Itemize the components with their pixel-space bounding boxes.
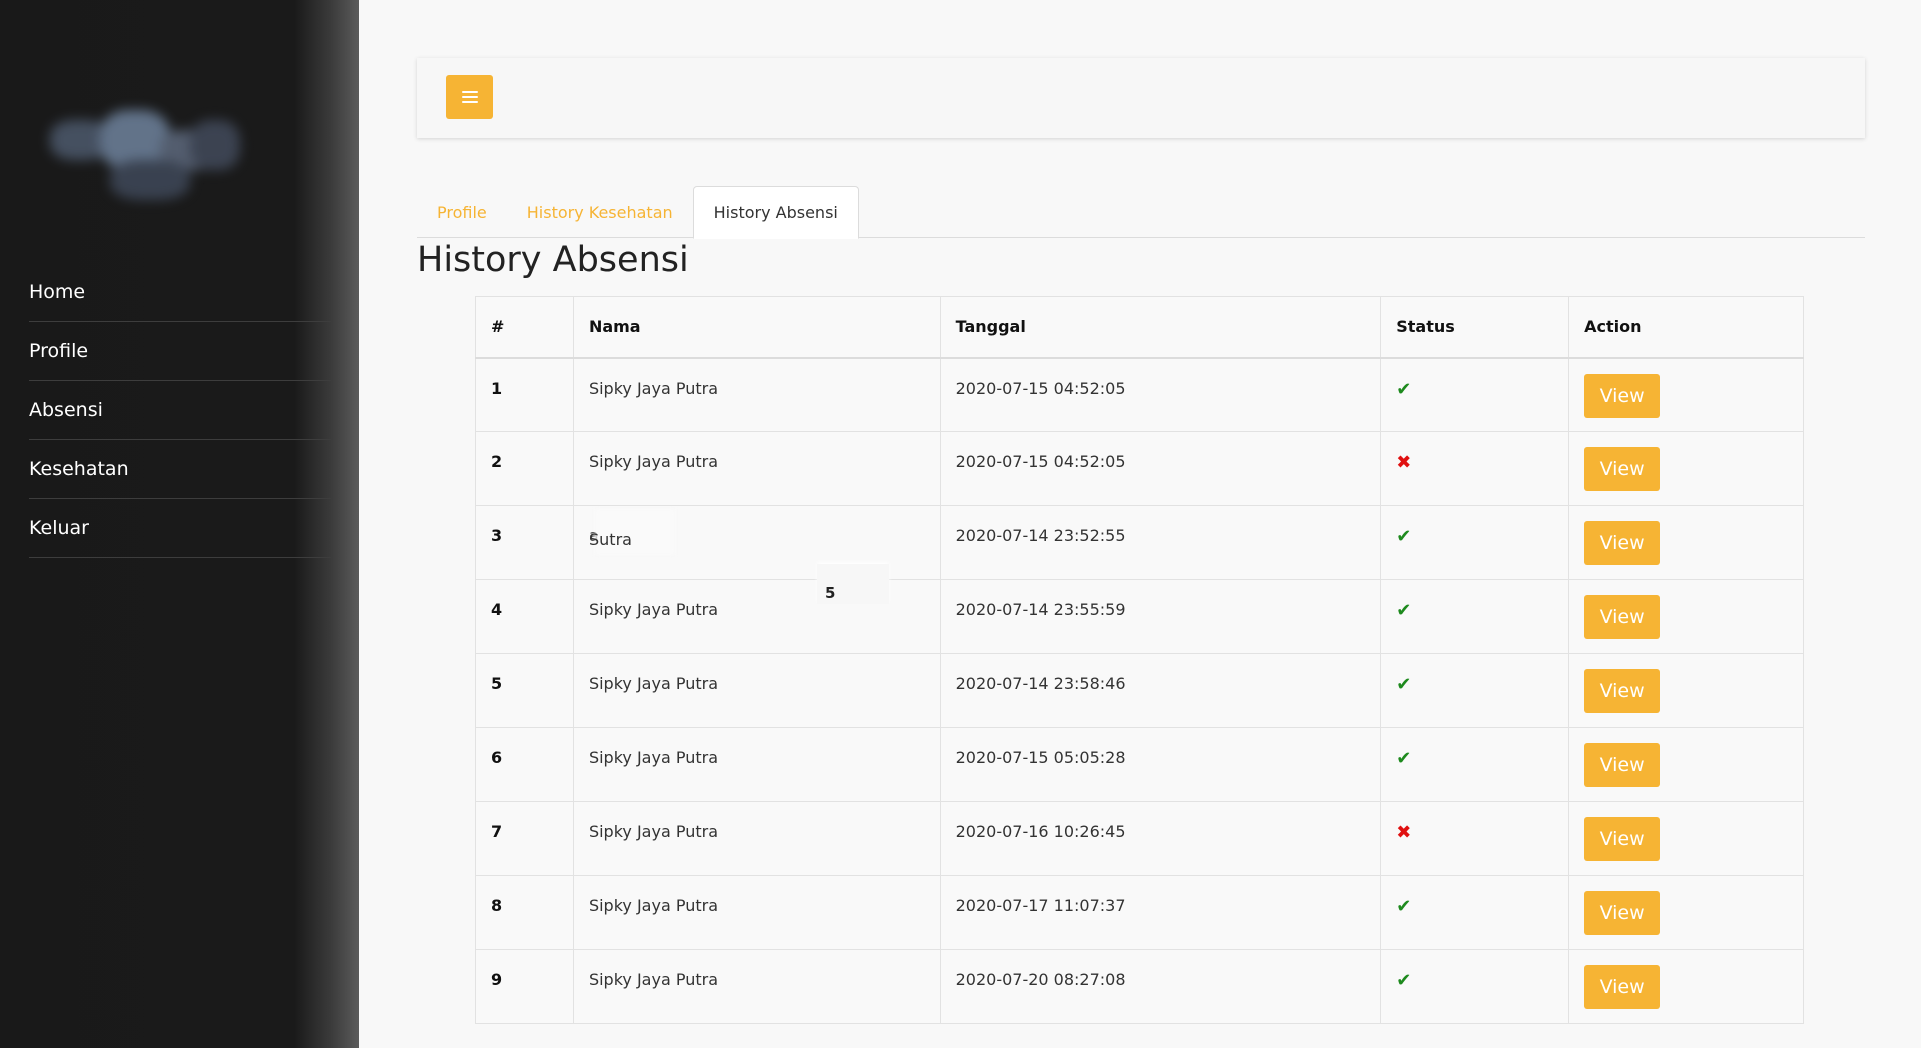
row-action: View: [1568, 431, 1804, 506]
table-row: 4 Sipky Jaya Putra 2020-07-14 23:55:59 ✔ Vie…: [475, 579, 1804, 654]
row-number: 1: [475, 357, 574, 432]
check-icon: ✔: [1396, 378, 1412, 400]
row-number: 4: [475, 579, 574, 654]
sidebar-item-label: Absensi: [29, 399, 103, 421]
row-tanggal: 2020-07-15 05:05:28: [939, 727, 1382, 802]
row-nama: Sipky Jaya Putra: [572, 801, 941, 876]
tab-profile[interactable]: Profile: [417, 186, 507, 238]
view-button[interactable]: View: [1584, 521, 1661, 565]
row-status: ✔: [1380, 875, 1570, 950]
row-action: View: [1568, 357, 1804, 432]
row-status: ✔: [1380, 357, 1570, 432]
tab-history-kesehatan[interactable]: History Kesehatan: [507, 186, 693, 238]
row-action: View: [1568, 875, 1804, 950]
sidebar-item-home[interactable]: Home: [29, 263, 331, 322]
check-icon: ✔: [1396, 970, 1412, 991]
table-row: 6 Sipky Jaya Putra 2020-07-15 05:05:28 ✔ Vie…: [475, 727, 1804, 802]
row-action: View: [1568, 653, 1804, 728]
row-status: ✔: [1380, 505, 1570, 580]
table-header-row: # Nama Tanggal Status Action: [475, 296, 1804, 359]
table-row: 8 Sipky Jaya Putra 2020-07-17 11:07:37 ✔ Vie…: [475, 875, 1804, 950]
row-nama: Sipky Jaya Putra: [572, 357, 941, 432]
row-nama: Sipky Jaya Putra: [572, 949, 941, 1024]
row-nama: Sipky Jaya Putra: [572, 727, 941, 802]
row-tanggal: 2020-07-15 04:52:05: [939, 431, 1382, 506]
tab-history-absensi[interactable]: History Absensi: [692, 186, 859, 239]
view-button[interactable]: View: [1584, 817, 1661, 861]
row-action: View: [1568, 801, 1804, 876]
sidebar-item-label: Kesehatan: [29, 458, 129, 480]
check-icon: ✔: [1396, 896, 1412, 917]
hamburger-icon: [461, 91, 478, 103]
view-button[interactable]: View: [1584, 373, 1661, 418]
row-tanggal: 2020-07-14 23:55:59: [939, 579, 1382, 654]
row-number: 8: [475, 875, 574, 950]
logo: [30, 60, 280, 230]
row-status: ✔: [1380, 653, 1570, 728]
sidebar-nav: Home Profile Absensi Kesehatan Keluar: [29, 263, 331, 558]
sidebar: Home Profile Absensi Kesehatan Keluar: [0, 0, 359, 1048]
row-number: 3: [475, 505, 574, 580]
check-icon: ✔: [1396, 600, 1412, 621]
column-header: Status: [1380, 296, 1570, 359]
row-tanggal: 2020-07-15 04:52:05: [939, 357, 1382, 432]
row-number: 9: [475, 949, 574, 1024]
cross-icon: ✖: [1396, 822, 1412, 843]
table-row: 5 Sipky Jaya Putra 2020-07-14 23:58:46 ✔ Vie…: [475, 653, 1804, 728]
row-nama: Sipky Jaya Putra: [572, 431, 941, 506]
sidebar-item-kesehatan[interactable]: Kesehatan: [29, 440, 331, 499]
row-tanggal: 2020-07-20 08:27:08: [939, 949, 1382, 1024]
top-bar: [417, 58, 1865, 138]
floating-number: 5: [817, 564, 889, 604]
sidebar-item-label: Home: [29, 281, 86, 303]
row-tanggal: 2020-07-16 10:26:45: [939, 801, 1382, 876]
row-tanggal: 2020-07-14 23:52:55: [939, 505, 1382, 580]
view-button[interactable]: View: [1584, 891, 1661, 935]
sidebar-item-absensi[interactable]: Absensi: [29, 381, 331, 440]
row-tanggal: 2020-07-14 23:58:46: [939, 653, 1382, 728]
sidebar-item-keluar[interactable]: Keluar: [29, 499, 331, 558]
table-row: 2 Sipky Jaya Putra 2020-07-15 04:52:05 ✖ Vie…: [475, 431, 1804, 506]
view-button[interactable]: View: [1584, 595, 1661, 639]
check-icon: ✔: [1396, 526, 1412, 547]
row-status: ✖: [1380, 431, 1570, 506]
row-tanggal: 2020-07-17 11:07:37: [939, 875, 1382, 950]
check-icon: ✔: [1396, 674, 1412, 695]
row-nama: Sipky Jaya Putra: [572, 653, 941, 728]
row-number: 7: [475, 801, 574, 876]
table-row: 1 Sipky Jaya Putra 2020-07-15 04:52:05 ✔ Vie…: [475, 357, 1804, 432]
menu-toggle-button[interactable]: [446, 75, 493, 119]
row-number: 5: [475, 653, 574, 728]
row-number: 2: [475, 431, 574, 506]
view-button[interactable]: View: [1584, 965, 1661, 1009]
column-header: Tanggal: [939, 296, 1382, 359]
row-nama: Sipky Jaya Putra: [572, 875, 941, 950]
row-status: ✖: [1380, 801, 1570, 876]
sidebar-item-profile[interactable]: Profile: [29, 322, 331, 381]
row-number: 6: [475, 727, 574, 802]
column-header: #: [475, 296, 574, 359]
row-action: View: [1568, 949, 1804, 1024]
view-button[interactable]: View: [1584, 447, 1661, 491]
row-status: ✔: [1380, 949, 1570, 1024]
view-button[interactable]: View: [1584, 743, 1661, 787]
column-header: Action: [1568, 296, 1804, 359]
column-header: Nama: [572, 296, 941, 359]
row-status: ✔: [1380, 727, 1570, 802]
floating-text: Sutra: [589, 530, 632, 549]
page-title: History Absensi: [417, 240, 689, 280]
absensi-table: # Nama Tanggal Status Action 1 Sipky Jaya…: [475, 296, 1804, 1024]
row-action: View: [1568, 727, 1804, 802]
row-action: View: [1568, 505, 1804, 580]
sidebar-item-label: Profile: [29, 340, 89, 362]
tab-bar: Profile History Kesehatan History Absens…: [417, 186, 1865, 239]
row-action: View: [1568, 579, 1804, 654]
cross-icon: ✖: [1396, 452, 1412, 473]
table-row: 7 Sipky Jaya Putra 2020-07-16 10:26:45 ✖ Vie…: [475, 801, 1804, 876]
row-status: ✔: [1380, 579, 1570, 654]
view-button[interactable]: View: [1584, 669, 1661, 713]
sidebar-item-label: Keluar: [29, 517, 89, 539]
table-row: 9 Sipky Jaya Putra 2020-07-20 08:27:08 ✔ Vie…: [475, 949, 1804, 1024]
check-icon: ✔: [1396, 748, 1412, 769]
